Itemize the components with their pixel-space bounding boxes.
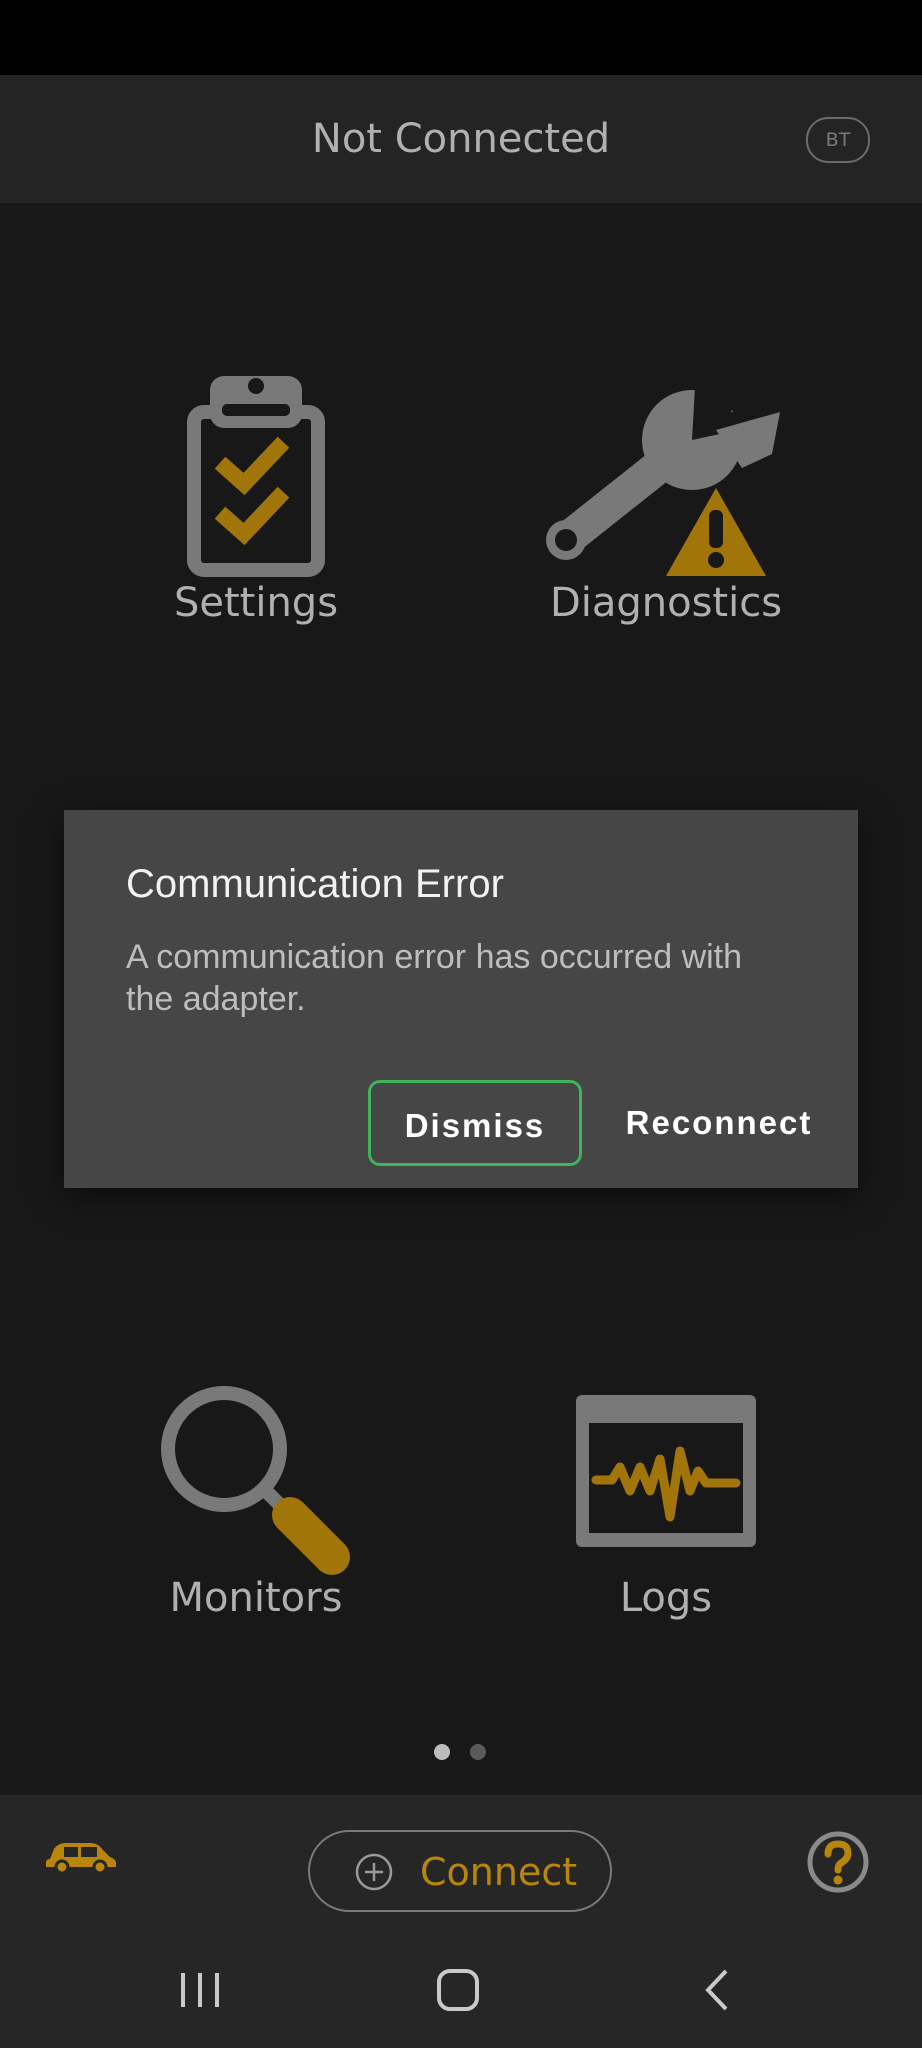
page-dot[interactable] xyxy=(470,1744,486,1760)
back-icon xyxy=(705,1969,728,2011)
page-indicator xyxy=(0,1744,922,1764)
nav-back[interactable] xyxy=(672,1955,762,2025)
home-icon xyxy=(437,1969,479,2011)
dismiss-button[interactable]: Dismiss xyxy=(368,1080,582,1166)
nav-home[interactable] xyxy=(413,1955,503,2025)
help-icon[interactable] xyxy=(806,1830,870,1894)
dialog-title: Communication Error xyxy=(126,862,504,906)
connect-button[interactable]: Connect xyxy=(308,1830,612,1912)
page-dot-active[interactable] xyxy=(434,1744,450,1760)
nav-recent-apps[interactable] xyxy=(155,1955,245,2025)
bottom-bar: Connect xyxy=(0,1795,922,2048)
connect-label: Connect xyxy=(420,1850,578,1894)
dialog-message: A communication error has occurred with … xyxy=(126,938,743,1018)
reconnect-button[interactable]: Reconnect xyxy=(604,1080,834,1166)
recent-apps-icon xyxy=(181,1973,219,2007)
plus-circle-icon xyxy=(355,1853,393,1891)
status-bar xyxy=(0,0,922,75)
communication-error-dialog: Communication Error A communication erro… xyxy=(64,810,858,1188)
car-icon[interactable] xyxy=(44,1835,118,1875)
